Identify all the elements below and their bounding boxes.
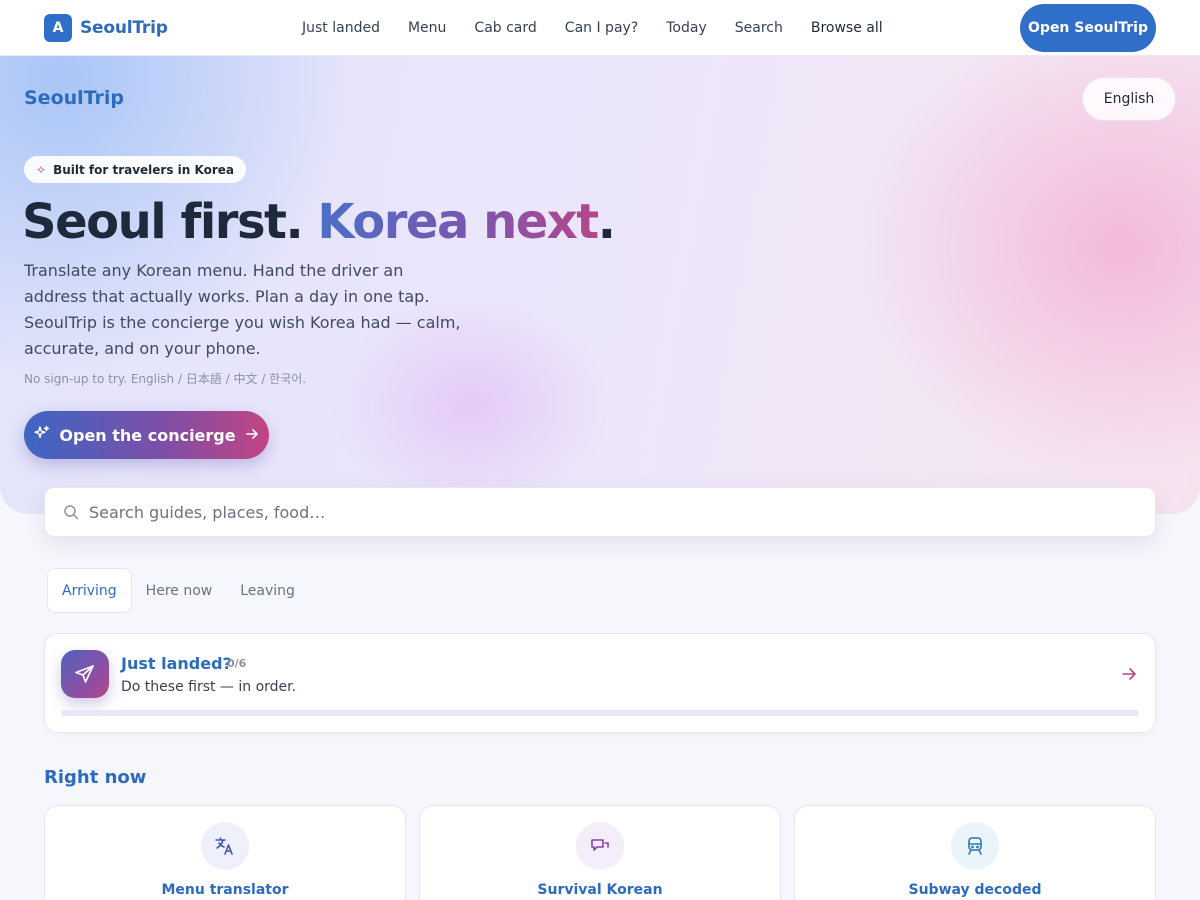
hero-brand[interactable]: SeoulTrip [24, 87, 124, 109]
tab-arriving[interactable]: Arriving [47, 568, 132, 613]
search-icon [63, 504, 79, 524]
open-concierge-button[interactable]: Open the concierge [24, 411, 269, 459]
nav-link-cab-card[interactable]: Cab card [474, 20, 536, 36]
right-now-cards: Menu translator Survival Korean Subway d… [44, 805, 1156, 900]
checklist-count: 0/6 [227, 657, 247, 670]
subway-decoded-label: Subway decoded [908, 882, 1042, 898]
just-landed-card[interactable]: Just landed? 0/6 Do these first — in ord… [44, 633, 1156, 733]
survival-korean-label: Survival Korean [537, 882, 663, 898]
menu-translator-label: Menu translator [161, 882, 289, 898]
hero-title-highlight: Korea next [317, 194, 599, 250]
checklist-progress-bar [61, 710, 1139, 716]
hero-language-note: No sign-up to try. English / 日本語 / 中文 / … [24, 372, 307, 386]
hero-description: Translate any Korean menu. Hand the driv… [24, 261, 461, 358]
search-bar [44, 487, 1156, 537]
sparkle-icon: ✧ [36, 162, 47, 177]
brand-badge: A [44, 14, 72, 42]
phase-tabs: Arriving Here now Leaving [47, 568, 309, 613]
hero-section: SeoulTrip English ✧ Built for travelers … [0, 56, 1200, 514]
survival-korean-card[interactable]: Survival Korean [419, 805, 781, 900]
arrow-right-icon [1121, 666, 1137, 686]
tagline-chip: ✧ Built for travelers in Korea [24, 156, 246, 183]
nav-links: Just landed Menu Cab card Can I pay? Tod… [302, 0, 883, 56]
nav-link-browse-all[interactable]: Browse all [811, 20, 883, 36]
tab-here-now[interactable]: Here now [132, 568, 227, 613]
hero-title-period: . [597, 194, 616, 250]
nav-link-menu[interactable]: Menu [408, 20, 446, 36]
translate-icon [201, 822, 249, 870]
menu-translator-card[interactable]: Menu translator [44, 805, 406, 900]
checklist-subtitle: Do these first — in order. [121, 679, 297, 695]
tagline-chip-label: Built for travelers in Korea [53, 162, 234, 177]
top-navigation: A SeoulTrip Just landed Menu Cab card Ca… [0, 0, 1200, 56]
open-seoultrip-button[interactable]: Open SeoulTrip [1020, 4, 1156, 52]
hero-title-part1: Seoul first. [22, 194, 318, 250]
nav-link-just-landed[interactable]: Just landed [302, 20, 380, 36]
train-icon [951, 822, 999, 870]
open-concierge-label: Open the concierge [59, 425, 236, 445]
nav-link-can-i-pay[interactable]: Can I pay? [565, 20, 638, 36]
paper-plane-icon [61, 650, 109, 698]
nav-link-today[interactable]: Today [666, 20, 707, 36]
right-now-heading: Right now [44, 767, 147, 788]
checklist-title: Just landed? [121, 654, 232, 673]
chat-icon [576, 822, 624, 870]
sparkle-icon [34, 425, 50, 445]
arrow-right-icon [245, 426, 259, 445]
nav-link-search[interactable]: Search [735, 20, 783, 36]
brand-logo[interactable]: A SeoulTrip [44, 14, 168, 42]
hero-title: Seoul first. Korea next. [22, 194, 616, 250]
subway-decoded-card[interactable]: Subway decoded [794, 805, 1156, 900]
tab-leaving[interactable]: Leaving [226, 568, 309, 613]
search-input[interactable] [89, 488, 1139, 536]
language-selector-button[interactable]: English [1082, 77, 1176, 121]
brand-name: SeoulTrip [80, 18, 168, 38]
